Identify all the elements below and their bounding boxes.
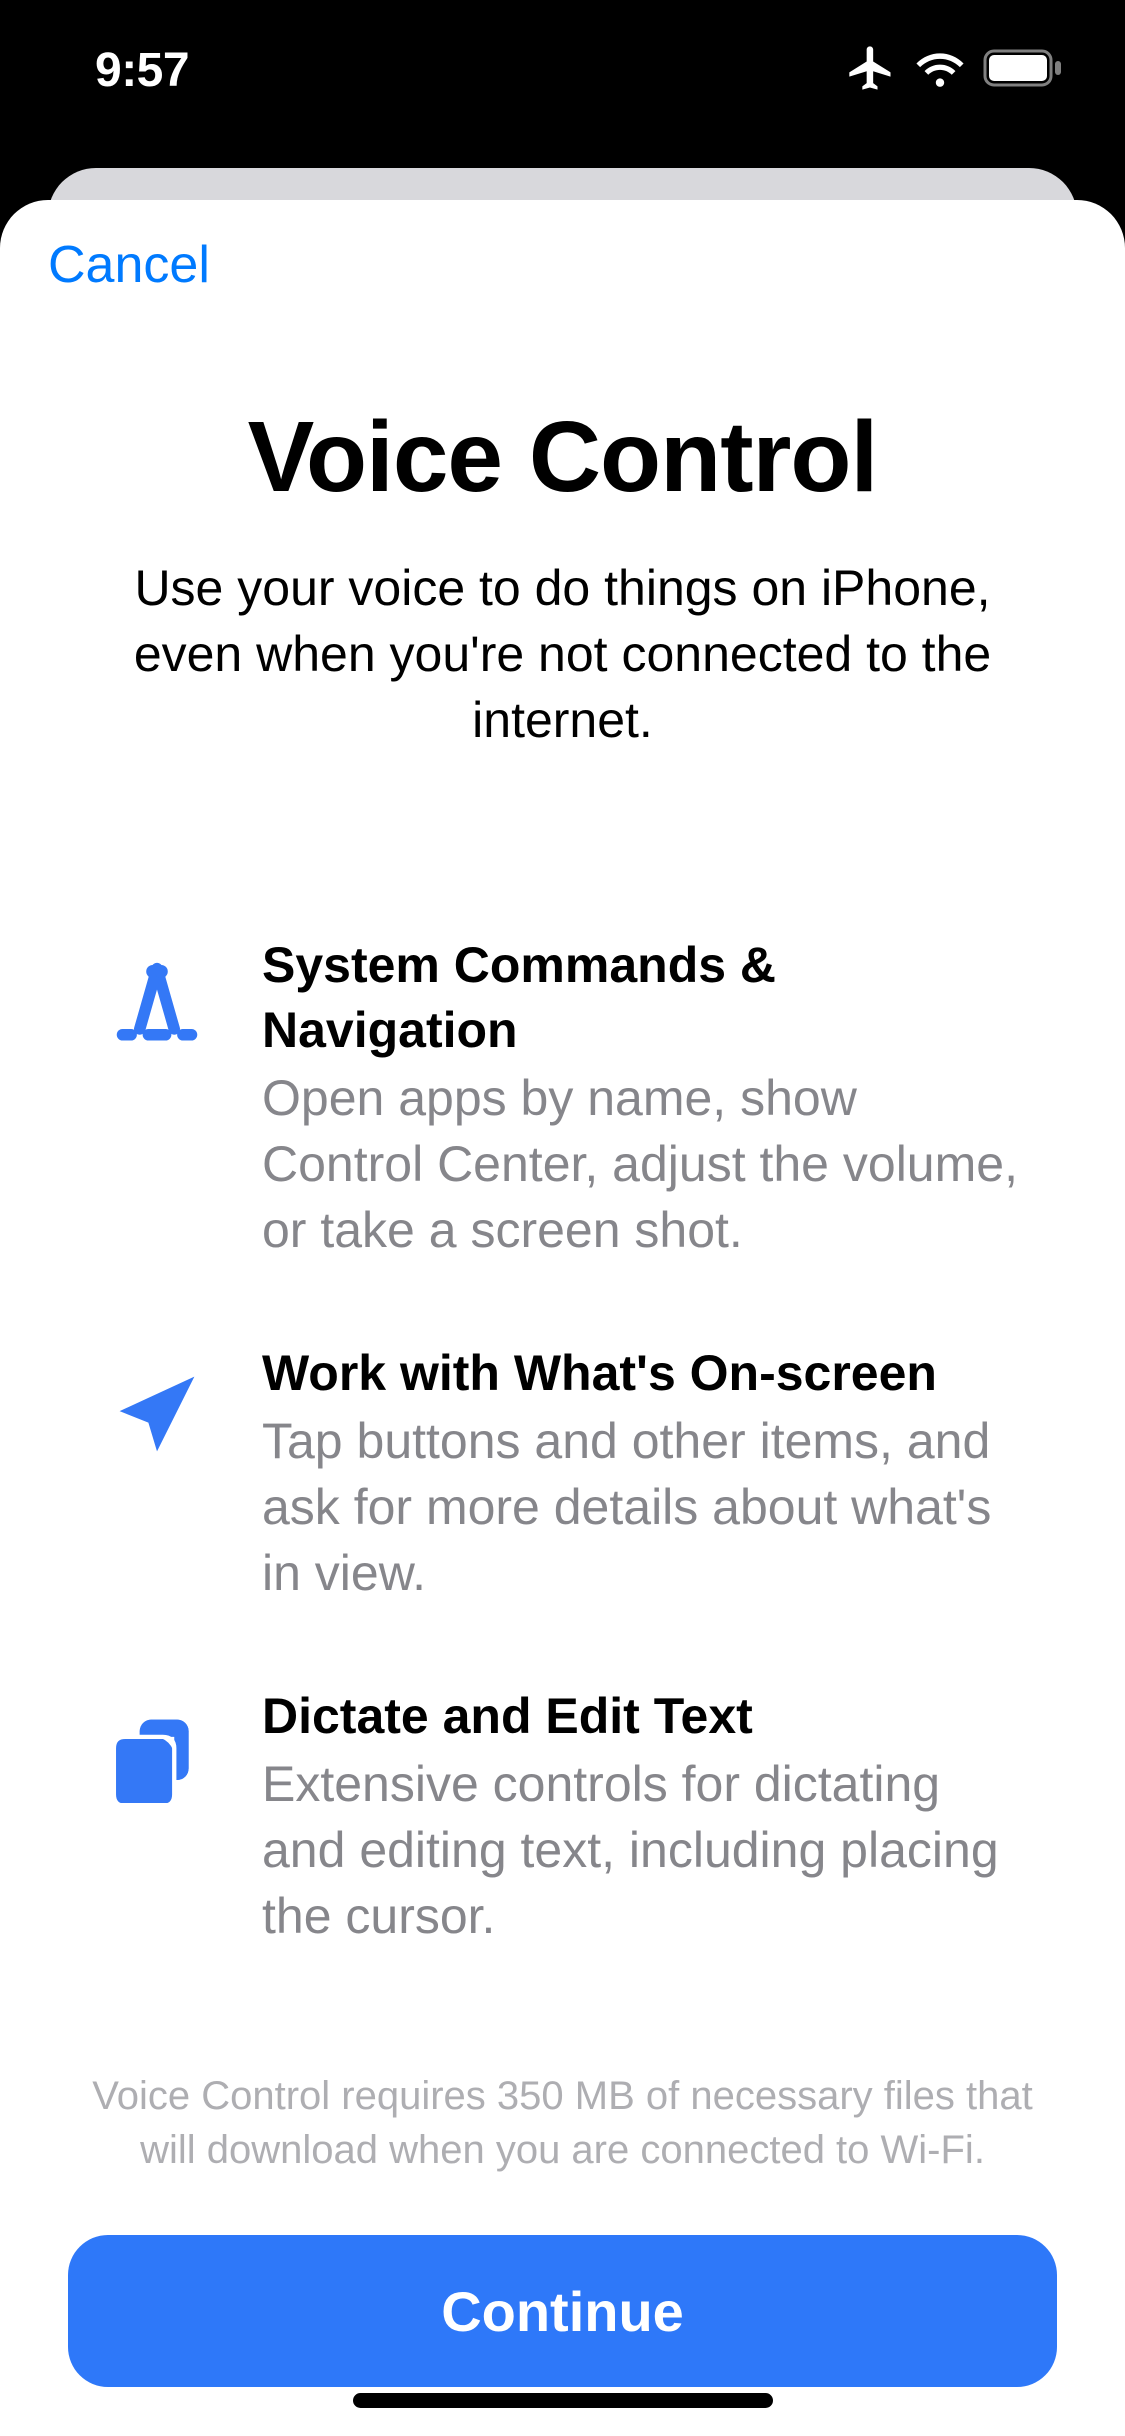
battery-icon xyxy=(983,49,1065,92)
appstore-icon xyxy=(102,951,212,1061)
feature-text: System Commands & Navigation Open apps b… xyxy=(262,933,1023,1263)
features-list: System Commands & Navigation Open apps b… xyxy=(70,933,1055,1949)
download-note: Voice Control requires 350 MB of necessa… xyxy=(70,2069,1055,2177)
airplane-mode-icon xyxy=(845,42,897,99)
feature-title: Work with What's On-screen xyxy=(262,1341,1023,1406)
home-indicator[interactable] xyxy=(353,2393,773,2408)
wifi-icon xyxy=(915,48,965,93)
status-bar: 9:57 xyxy=(0,0,1125,140)
content: Voice Control Use your voice to do thing… xyxy=(0,330,1125,2436)
status-time: 9:57 xyxy=(95,43,189,98)
feature-item: Work with What's On-screen Tap buttons a… xyxy=(102,1341,1023,1606)
clipboard-icon xyxy=(102,1702,212,1812)
continue-button[interactable]: Continue xyxy=(68,2235,1057,2387)
nav-bar: Cancel xyxy=(0,200,1125,330)
feature-text: Work with What's On-screen Tap buttons a… xyxy=(262,1341,1023,1606)
feature-item: Dictate and Edit Text Extensive controls… xyxy=(102,1684,1023,1949)
feature-desc: Open apps by name, show Control Center, … xyxy=(262,1065,1023,1263)
page-subtitle: Use your voice to do things on iPhone, e… xyxy=(70,555,1055,753)
status-icons xyxy=(845,42,1065,99)
feature-title: System Commands & Navigation xyxy=(262,933,1023,1063)
cancel-button[interactable]: Cancel xyxy=(48,235,210,295)
page-title: Voice Control xyxy=(70,400,1055,515)
feature-desc: Extensive controls for dictating and edi… xyxy=(262,1751,1023,1949)
paperplane-icon xyxy=(102,1359,212,1469)
feature-text: Dictate and Edit Text Extensive controls… xyxy=(262,1684,1023,1949)
feature-desc: Tap buttons and other items, and ask for… xyxy=(262,1408,1023,1606)
feature-title: Dictate and Edit Text xyxy=(262,1684,1023,1749)
feature-item: System Commands & Navigation Open apps b… xyxy=(102,933,1023,1263)
onboarding-sheet: Cancel Voice Control Use your voice to d… xyxy=(0,200,1125,2436)
